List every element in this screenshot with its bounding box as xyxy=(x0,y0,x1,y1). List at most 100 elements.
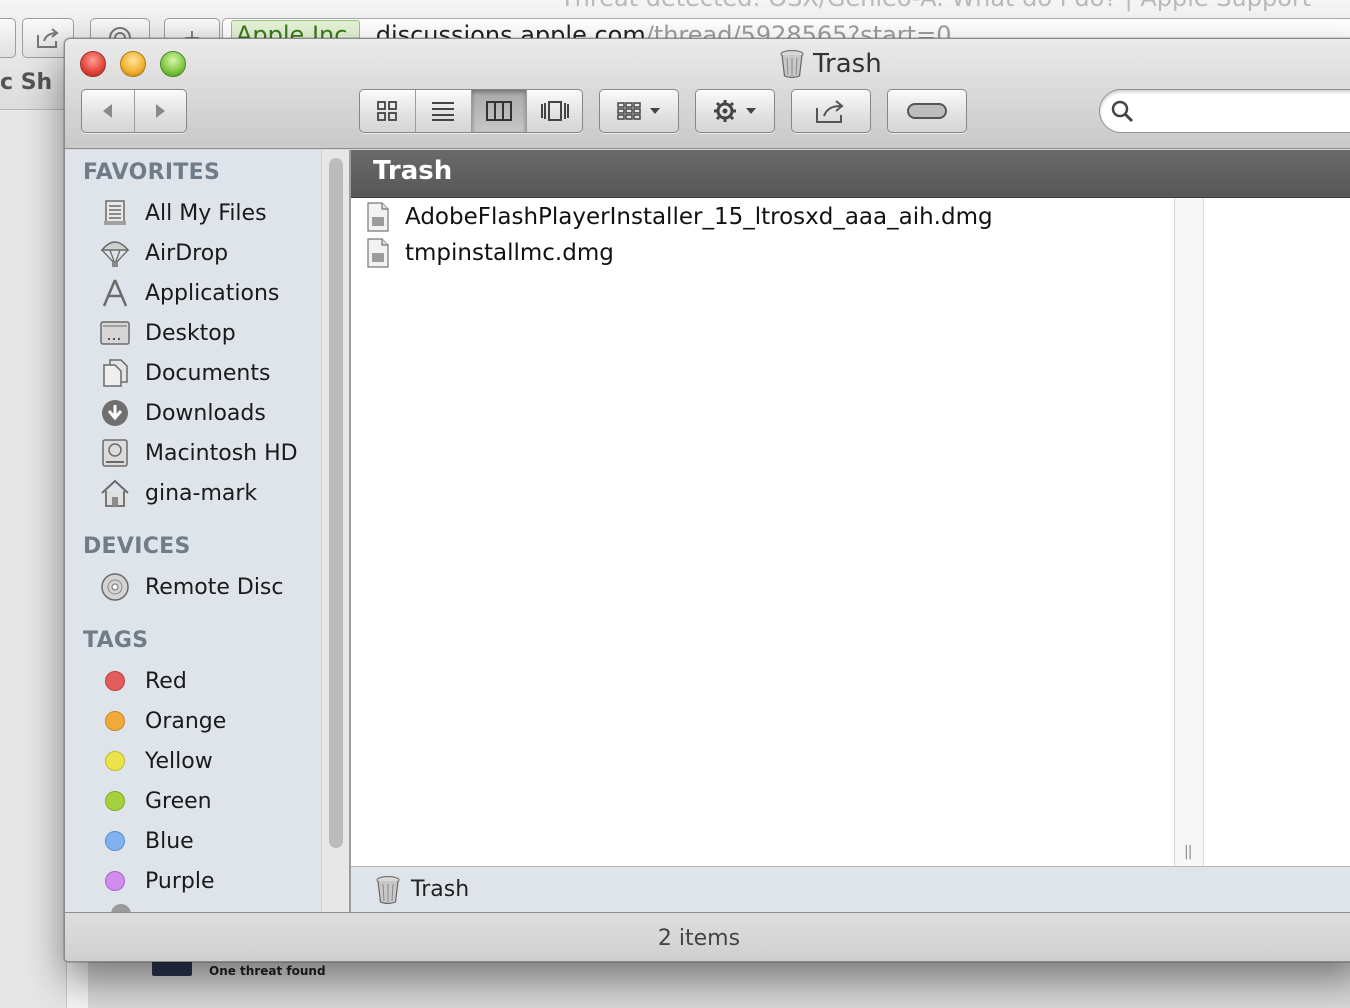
empty-column xyxy=(1203,198,1350,866)
sidebar-item-label: gina-mark xyxy=(145,480,258,506)
back-button[interactable] xyxy=(82,90,134,132)
next-tag-dot-partial xyxy=(111,904,131,912)
file-name: AdobeFlashPlayerInstaller_15_ltrosxd_aaa… xyxy=(405,204,993,230)
path-bar: Trash xyxy=(351,866,1350,912)
finder-toolbar: Trash xyxy=(65,39,1350,149)
sidebar-item-label: AirDrop xyxy=(145,240,229,266)
airdrop-icon xyxy=(99,237,131,269)
forward-arrow-icon xyxy=(156,104,166,118)
tag-icon xyxy=(907,103,947,119)
sidebar-item-label: Remote Disc xyxy=(145,574,284,600)
threat-found-text: One threat found xyxy=(209,964,326,978)
action-button-content xyxy=(696,90,774,132)
sidebar-scrollbar-thumb[interactable] xyxy=(329,158,343,848)
browser-sidebar-button[interactable] xyxy=(0,18,16,58)
file-name: tmpinstallmc.dmg xyxy=(405,240,614,266)
back-forward-control xyxy=(81,89,187,133)
list-view-button[interactable] xyxy=(414,90,471,132)
scanner-thumbnail xyxy=(152,960,192,976)
applications-icon xyxy=(99,277,131,309)
column-view-button[interactable] xyxy=(470,90,527,132)
minimize-window-button[interactable] xyxy=(120,51,146,77)
sidebar-item-macintosh-hd[interactable]: Macintosh HD xyxy=(99,434,298,472)
sidebar-item-label: Green xyxy=(145,788,212,814)
tags-button[interactable] xyxy=(887,89,967,133)
view-mode-control xyxy=(359,89,583,133)
documents-icon xyxy=(99,357,131,389)
window-title-text: Trash xyxy=(813,49,882,79)
file-row[interactable]: tmpinstallmc.dmg xyxy=(367,236,614,270)
purple-tag-dot xyxy=(105,871,125,891)
sidebar-item-documents[interactable]: Documents xyxy=(99,354,270,392)
search-input[interactable] xyxy=(1142,99,1350,123)
arrange-grid-icon xyxy=(617,102,660,120)
sidebar-tag-purple[interactable]: Purple xyxy=(99,862,214,900)
hard-drive-icon xyxy=(99,437,131,469)
sidebar-item-label: Desktop xyxy=(145,320,236,346)
dmg-file-icon xyxy=(367,238,389,268)
red-tag-dot xyxy=(105,671,125,691)
tags-heading: TAGS xyxy=(83,628,149,653)
downloads-icon xyxy=(99,397,131,429)
status-bar: 2 items xyxy=(65,912,1350,961)
arrange-button-content xyxy=(600,90,678,132)
forward-button[interactable] xyxy=(133,90,187,132)
back-arrow-icon xyxy=(102,104,112,118)
sidebar-tag-blue[interactable]: Blue xyxy=(99,822,194,860)
sidebar-item-remote-disc[interactable]: Remote Disc xyxy=(99,568,284,606)
share-icon xyxy=(816,100,844,123)
sidebar-item-label: Documents xyxy=(145,360,271,386)
item-count: 2 items xyxy=(657,925,741,951)
sidebar-item-label: All My Files xyxy=(145,200,267,226)
cover-flow-view-button[interactable] xyxy=(526,90,582,132)
file-column: AdobeFlashPlayerInstaller_15_ltrosxd_aaa… xyxy=(351,198,1175,866)
home-icon xyxy=(99,477,131,509)
sidebar-item-label: Blue xyxy=(145,828,194,854)
sidebar-item-label: Orange xyxy=(145,708,227,734)
window-title: Trash xyxy=(779,47,882,81)
green-tag-dot xyxy=(105,791,125,811)
sidebar-item-label: Red xyxy=(145,668,187,694)
sidebar-item-airdrop[interactable]: AirDrop xyxy=(99,234,228,272)
trash-icon xyxy=(376,875,400,904)
sidebar-item-home[interactable]: gina-mark xyxy=(99,474,257,512)
close-window-button[interactable] xyxy=(80,51,106,77)
search-field[interactable] xyxy=(1099,89,1350,133)
sidebar-item-all-my-files[interactable]: All My Files xyxy=(99,194,267,232)
desktop-icon xyxy=(99,317,131,349)
browser-window-title: Threat detected: OSX/Genieo-A. What do I… xyxy=(560,0,1350,12)
sidebar-tag-yellow[interactable]: Yellow xyxy=(99,742,213,780)
column-resize-handle[interactable]: || xyxy=(1184,844,1193,860)
share-button-content xyxy=(792,90,870,132)
devices-heading: DEVICES xyxy=(83,534,191,559)
sidebar-scrollbar[interactable] xyxy=(321,150,349,912)
sidebar-tag-red[interactable]: Red xyxy=(99,662,187,700)
file-row[interactable]: AdobeFlashPlayerInstaller_15_ltrosxd_aaa… xyxy=(367,200,993,234)
yellow-tag-dot xyxy=(105,751,125,771)
trash-icon xyxy=(780,49,804,79)
icon-view-button[interactable] xyxy=(360,90,415,132)
zoom-window-button[interactable] xyxy=(160,51,186,77)
sidebar-tag-orange[interactable]: Orange xyxy=(99,702,226,740)
finder-window: Trash FAVORITES All My Files AirDrop App… xyxy=(64,38,1350,962)
blue-tag-dot xyxy=(105,831,125,851)
sidebar-item-downloads[interactable]: Downloads xyxy=(99,394,266,432)
gear-icon xyxy=(714,100,756,122)
path-bar-item-trash[interactable]: Trash xyxy=(411,877,469,902)
finder-content: Trash AdobeFlashPlayerInstaller_15_ltros… xyxy=(351,150,1350,912)
sidebar-item-applications[interactable]: Applications xyxy=(99,274,279,312)
search-icon xyxy=(1111,100,1134,123)
column-resize-area[interactable] xyxy=(1175,198,1203,866)
action-button[interactable] xyxy=(695,89,775,133)
orange-tag-dot xyxy=(105,711,125,731)
sidebar-item-label: Purple xyxy=(145,868,215,894)
favorites-heading: FAVORITES xyxy=(83,160,221,185)
sidebar-tag-green[interactable]: Green xyxy=(99,782,212,820)
sidebar-item-label: Yellow xyxy=(145,748,213,774)
sidebar-item-desktop[interactable]: Desktop xyxy=(99,314,236,352)
cover-flow-icon xyxy=(540,101,569,121)
share-button[interactable] xyxy=(791,89,871,133)
arrange-button[interactable] xyxy=(599,89,679,133)
list-view-icon xyxy=(432,102,455,121)
share-icon xyxy=(37,28,59,48)
